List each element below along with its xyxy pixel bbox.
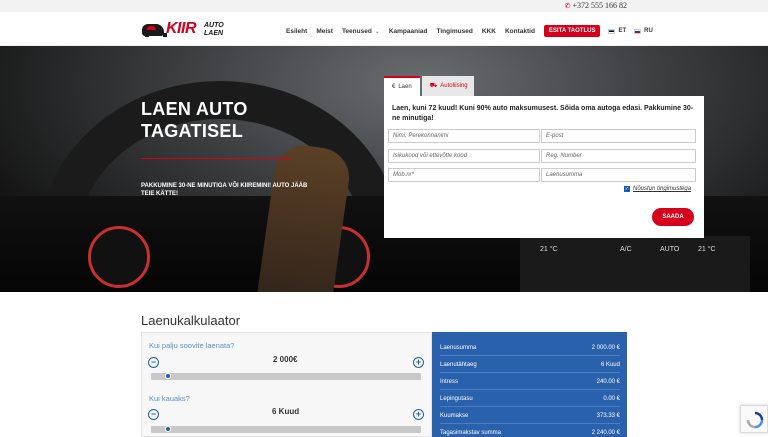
recaptcha-badge[interactable] bbox=[740, 405, 768, 433]
result-label: Kuumakse bbox=[440, 413, 469, 419]
amount-slider[interactable] bbox=[151, 373, 421, 380]
lang-ru-label: RU bbox=[644, 28, 653, 34]
result-row: Kuumakse 373.33 € bbox=[440, 408, 620, 424]
nav-item-esileht[interactable]: Esileht bbox=[286, 28, 307, 35]
amount-field[interactable]: Laenusumma bbox=[541, 168, 696, 182]
nav-item-kkk[interactable]: KKK bbox=[482, 28, 496, 35]
main-nav: Esileht Meist Teenused ⌄ Kampaaniad Tingi… bbox=[286, 25, 661, 37]
result-label: Laenusumma bbox=[440, 345, 477, 351]
hero-title: LAEN AUTO TAGATISEL bbox=[141, 99, 248, 141]
submit-button[interactable]: SAADA bbox=[652, 208, 694, 226]
agree-label[interactable]: Nõustun tingimustega bbox=[633, 186, 691, 192]
result-label: Laenutähtaeg bbox=[440, 362, 477, 368]
name-field[interactable]: Nimi, Perekonnanimi bbox=[388, 129, 540, 143]
calculator-title: Laenukalkulaator bbox=[141, 313, 241, 328]
phone-icon: ✆ bbox=[564, 2, 571, 10]
logo-sub: AUTO LAEN bbox=[204, 22, 224, 37]
result-value: 2 240.00 € bbox=[591, 430, 620, 436]
result-value: 2 000.00 € bbox=[591, 345, 620, 351]
result-row: Tagasimakstav summa 2 240.00 € bbox=[440, 425, 620, 437]
lang-ru[interactable]: RU bbox=[634, 28, 653, 34]
plus-icon[interactable]: + bbox=[413, 409, 424, 420]
hero-divider bbox=[141, 158, 291, 159]
agree-checkbox[interactable]: ✓ Nõustun tingimustega bbox=[624, 186, 691, 192]
id-code-field[interactable]: Isikukood või ettevõtte kood bbox=[388, 149, 540, 163]
term-slider[interactable] bbox=[151, 426, 421, 433]
chevron-down-icon: ⌄ bbox=[374, 28, 380, 35]
phone-text: +372 555 166 82 bbox=[572, 1, 627, 10]
checkbox-checked-icon: ✓ bbox=[624, 186, 630, 192]
result-value: 373.33 € bbox=[596, 413, 620, 419]
minus-icon[interactable]: − bbox=[148, 409, 159, 420]
reg-number-field[interactable]: Reg. Number bbox=[541, 149, 696, 163]
climate-auto: AUTO bbox=[660, 246, 680, 253]
climate-mode: A/C bbox=[620, 246, 632, 253]
form-headline: Laen, kuni 72 kuud! Kuni 90% auto maksum… bbox=[392, 105, 694, 122]
result-row: Laenusumma 2 000.00 € bbox=[440, 340, 620, 356]
term-question: Kui kauaks? bbox=[149, 394, 190, 403]
amount-value: 2 000€ bbox=[273, 355, 298, 364]
nav-item-kampaaniad[interactable]: Kampaaniad bbox=[389, 28, 428, 35]
car-icon: ⛟ bbox=[429, 83, 438, 89]
result-value: 240.00 € bbox=[596, 379, 620, 385]
minus-icon[interactable]: − bbox=[148, 357, 159, 368]
calculator-results: Laenusumma 2 000.00 € Laenutähtaeg 6 Kuud … bbox=[432, 332, 627, 437]
tab-autoliising[interactable]: ⛟ Autoliising bbox=[421, 76, 474, 96]
term-value: 6 Kuud bbox=[272, 407, 300, 416]
tab-autoliising-label: Autoliising bbox=[440, 83, 468, 89]
term-slider-handle[interactable] bbox=[165, 426, 171, 432]
climate-left-temp: 21 °C bbox=[540, 246, 558, 253]
hero-subtitle: PAKKUMINE 30-NE MINUTIGA VÕI KIIREMINI! … bbox=[141, 183, 308, 197]
tab-laen[interactable]: € Laen bbox=[384, 76, 420, 96]
phone-number[interactable]: ✆ +372 555 166 82 bbox=[565, 1, 627, 10]
result-label: Intress bbox=[440, 379, 459, 385]
amount-question: Kui palju soovite laenata? bbox=[149, 341, 235, 350]
nav-item-meist[interactable]: Meist bbox=[316, 28, 333, 35]
climate-right-temp: 21 °C bbox=[698, 246, 716, 253]
form-tabs: € Laen ⛟ Autoliising bbox=[384, 76, 474, 96]
euro-icon: € bbox=[392, 84, 396, 90]
speedometer-image bbox=[88, 226, 150, 288]
result-row: Intress 240.00 € bbox=[440, 374, 620, 390]
tab-laen-label: Laen bbox=[398, 84, 412, 90]
result-row: Lepingutasu 0.00 € bbox=[440, 391, 620, 407]
amount-slider-handle[interactable] bbox=[165, 373, 171, 379]
lang-et-label: ET bbox=[618, 28, 627, 34]
email-field[interactable]: E-post bbox=[541, 129, 696, 143]
nav-item-teenused[interactable]: Teenused ⌄ bbox=[342, 28, 380, 35]
lang-et[interactable]: ET bbox=[608, 28, 626, 34]
climate-display-image: 21 °C A/C AUTO 21 °C bbox=[520, 236, 750, 292]
result-label: Tagasimakstav summa bbox=[440, 430, 502, 436]
logo-brand: KIIR bbox=[166, 20, 197, 37]
nav-item-tingimused[interactable]: Tingimused bbox=[436, 28, 472, 35]
plus-icon[interactable]: + bbox=[413, 357, 424, 368]
top-bar: ✆ +372 555 166 82 bbox=[0, 0, 768, 12]
result-row: Laenutähtaeg 6 Kuud bbox=[440, 357, 620, 373]
result-label: Lepingutasu bbox=[440, 396, 473, 402]
result-value: 6 Kuud bbox=[600, 362, 620, 368]
recaptcha-icon bbox=[746, 411, 764, 429]
logo[interactable]: KIIR AUTO LAEN bbox=[142, 20, 227, 40]
russia-flag-icon bbox=[634, 28, 642, 34]
site-header: KIIR AUTO LAEN Esileht Meist Teenused ⌄ K… bbox=[0, 12, 768, 46]
estonia-flag-icon bbox=[608, 28, 616, 34]
apply-button[interactable]: ESITA TAOTLUS bbox=[543, 25, 601, 37]
car-logo-icon bbox=[142, 24, 167, 37]
nav-item-kontaktid[interactable]: Kontaktid bbox=[505, 28, 535, 35]
nav-item-teenused-label: Teenused bbox=[341, 27, 372, 35]
result-value: 0.00 € bbox=[603, 396, 620, 402]
phone-field[interactable]: Mob.nr* bbox=[388, 168, 540, 182]
